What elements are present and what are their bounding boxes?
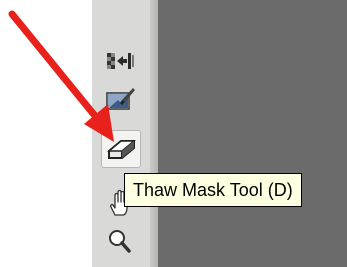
reconstruct-icon xyxy=(107,53,134,69)
zoom-tool-button[interactable] xyxy=(100,225,140,259)
freeze-mask-icon xyxy=(106,88,135,110)
thaw-mask-icon xyxy=(106,140,136,159)
preview-canvas[interactable] xyxy=(158,0,347,267)
thaw-mask-tool-button[interactable] xyxy=(101,130,141,168)
zoom-icon xyxy=(109,230,131,253)
tools-panel-border xyxy=(150,0,158,267)
tool-tooltip: Thaw Mask Tool (D) xyxy=(124,173,302,207)
reconstruct-tool-button[interactable] xyxy=(100,44,140,78)
freeze-mask-tool-button[interactable] xyxy=(100,82,140,116)
tooltip-text: Thaw Mask Tool (D) xyxy=(133,179,293,200)
